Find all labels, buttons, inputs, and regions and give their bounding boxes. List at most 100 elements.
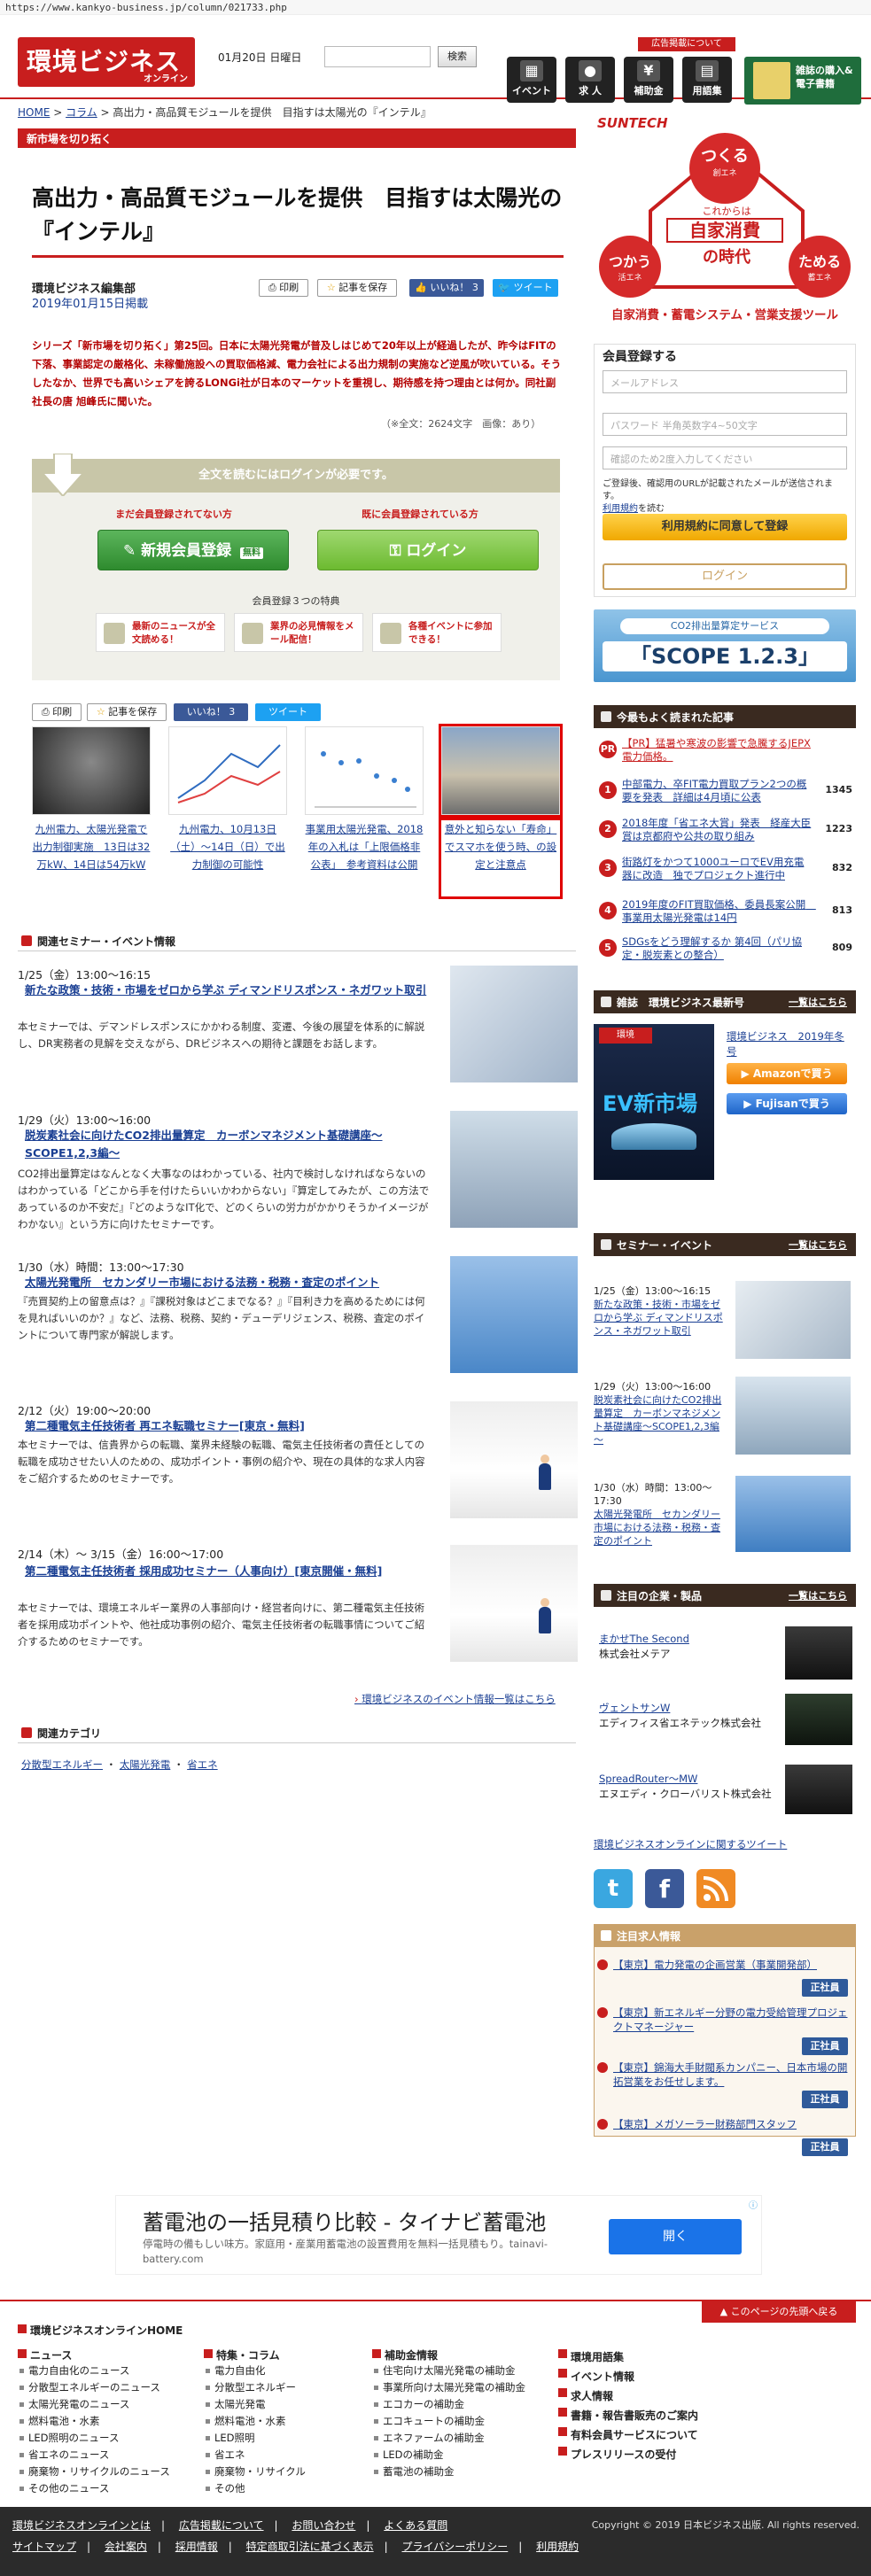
ad-info-link[interactable]: 広告掲載について <box>638 37 735 51</box>
footer-col-title[interactable]: ニュース <box>18 2347 195 2363</box>
related-thumb-3[interactable] <box>305 726 424 815</box>
seminar-title[interactable]: 太陽光発電所 セカンダリー市場における法務・税務・査定のポイント <box>25 1274 432 1292</box>
company-item[interactable]: SpreadRouter～MW エヌエディ・クローバリスト株式会社 <box>599 1772 776 1802</box>
footer-link[interactable]: エネファームの補助金 <box>372 2430 549 2447</box>
related-thumb-2[interactable] <box>168 726 287 815</box>
url-bar[interactable]: https://www.kankyo-business.jp/column/02… <box>0 0 871 15</box>
footer-link[interactable]: LED照明のニュース <box>18 2430 195 2447</box>
footer-col-title[interactable]: 環境用語集 <box>558 2347 735 2367</box>
fujisan-button[interactable]: ▶ Fujisanで買う <box>727 1093 847 1114</box>
side-seminar-item[interactable]: 1/30（水）時間：13:00～17:30 太陽光発電所 セカンダリー市場における… <box>594 1481 727 1548</box>
footer-privacy-link[interactable]: プライバシーポリシー <box>402 2541 509 2553</box>
footer-recruit-link[interactable]: 採用情報 <box>175 2541 218 2553</box>
tweet-button[interactable]: 🐦 ツイート <box>493 279 558 297</box>
nav-glossary[interactable]: ▤ 用語集 <box>682 57 732 103</box>
job-item[interactable]: 【東京】錦海大手財閥系カンパニー、日本市場の開拓営業をお任せします。 <box>594 2060 856 2089</box>
ranking-item[interactable]: 5 SDGsをどう理解するか 第4回（パリ協定・脱炭素との整合） 809 <box>594 934 856 966</box>
related-caption-1[interactable]: 九州電力、太陽光発電で出力制御実施 13日は32万kW、14日は54万kW <box>32 820 151 873</box>
category-link[interactable]: 分散型エネルギー <box>21 1758 103 1771</box>
magazine-cover[interactable]: 環境 EV新市場 <box>594 1024 714 1180</box>
search-input[interactable] <box>324 46 431 67</box>
side-seminar-image[interactable] <box>735 1281 851 1359</box>
suntech-ad[interactable]: SUNTECH つくる 創エネ これからは 自家消費 の時代 つかう 活エネ ためる… <box>594 112 856 328</box>
register-button[interactable]: ✎ 新規会員登録 無料 <box>97 530 289 570</box>
facebook-like-button[interactable]: 👍 いいね！ 3 <box>409 279 484 297</box>
footer-link[interactable]: エコキュートの補助金 <box>372 2413 549 2430</box>
related-thumb-1[interactable] <box>32 726 151 815</box>
seminar-list-link[interactable]: › 環境ビジネスのイベント情報一覧はこちら <box>354 1692 556 1706</box>
footer-link[interactable]: 住宅向け太陽光発電の補助金 <box>372 2363 549 2379</box>
footer-link[interactable]: 燃料電池・水素 <box>18 2413 195 2430</box>
facebook-icon[interactable]: f <box>645 1869 684 1908</box>
job-item[interactable]: 【東京】メガソーラー財務部門スタッフ <box>594 2117 856 2131</box>
side-seminar-item[interactable]: 1/29（火）13:00～16:00 脱炭素社会に向けたCO2排出量算定 カーボン… <box>594 1380 727 1447</box>
back-to-top-button[interactable]: ▲ このページの先頭へ戻る <box>702 2301 856 2323</box>
side-seminar-image[interactable] <box>735 1476 851 1552</box>
password-field[interactable]: パスワード 半角英数字4~50文字 <box>603 413 847 436</box>
category-link[interactable]: 省エネ <box>187 1758 218 1771</box>
footer-link[interactable]: 廃棄物・リサイクル <box>204 2463 354 2480</box>
twitter-icon[interactable]: t <box>594 1869 633 1908</box>
seminar-image[interactable] <box>450 1545 578 1662</box>
email-field[interactable]: メールアドレス <box>603 370 847 393</box>
related-caption-4[interactable]: 意外と知らない「寿命」でスマホを使う時、の設定と注意点 <box>439 818 563 899</box>
breadcrumb-column[interactable]: コラム <box>66 106 97 119</box>
job-item[interactable]: 【東京】電力発電の企画営業（事業開発部） <box>594 1958 856 1972</box>
company-image[interactable] <box>785 1694 852 1745</box>
footer-col-title[interactable]: 補助金情報 <box>372 2347 549 2363</box>
password-confirm-field[interactable]: 確認のため2度入力してください <box>603 446 847 469</box>
footer-contact-link[interactable]: お問い合わせ <box>292 2519 355 2532</box>
print-button-2[interactable]: ⎙ 印刷 <box>32 703 82 721</box>
nav-event[interactable]: ▦ イベント <box>507 57 556 103</box>
footer-link[interactable]: 廃棄物・リサイクルのニュース <box>18 2463 195 2480</box>
magazine-more-link[interactable]: 一覧はこちら <box>789 995 847 1009</box>
magazine-banner[interactable]: 雑誌の購入&電子書籍 <box>744 57 861 105</box>
footer-link[interactable]: プレスリリースの受付 <box>558 2445 735 2464</box>
footer-link[interactable]: 求人情報 <box>558 2386 735 2406</box>
footer-link[interactable]: その他 <box>204 2480 354 2497</box>
footer-company-link[interactable]: 会社案内 <box>105 2541 147 2553</box>
tweet-link[interactable]: 環境ビジネスオンラインに関するツイート <box>594 1837 787 1851</box>
footer-link[interactable]: 燃料電池・水素 <box>204 2413 354 2430</box>
site-logo[interactable]: 環境ビジネス オンライン <box>18 37 195 87</box>
register-submit-button[interactable]: 利用規約に同意して登録 <box>603 514 847 540</box>
scope-ad[interactable]: CO2排出量算定サービス 「SCOPE 1.2.3」 <box>594 609 856 682</box>
login-button[interactable]: ⚿ ログイン <box>317 530 539 570</box>
bottom-ad-open-button[interactable]: 開く <box>609 2219 742 2254</box>
footer-faq-link[interactable]: よくある質問 <box>384 2519 447 2532</box>
seminar-title[interactable]: 第二種電気主任技術者 再エネ転職セミナー[東京・無料] <box>25 1417 432 1435</box>
nav-jobs[interactable]: ● 求 人 <box>565 57 615 103</box>
sidebar-login-button[interactable]: ログイン <box>603 563 847 590</box>
footer-link[interactable]: 事業所向け太陽光発電の補助金 <box>372 2379 549 2396</box>
footer-link[interactable]: LED照明 <box>204 2430 354 2447</box>
save-article-button[interactable]: ☆ 記事を保存 <box>317 279 397 297</box>
footer-terms-link[interactable]: 利用規約 <box>536 2541 579 2553</box>
seminar-title[interactable]: 脱炭素社会に向けたCO2排出量算定 カーボンマネジメント基礎講座～SCOPE1,… <box>25 1127 432 1162</box>
footer-ad-link[interactable]: 広告掲載について <box>179 2519 264 2532</box>
footer-link[interactable]: 分散型エネルギー <box>204 2379 354 2396</box>
tweet-button-2[interactable]: ツイート <box>255 703 321 721</box>
footer-link[interactable]: イベント情報 <box>558 2367 735 2386</box>
nav-subsidy[interactable]: ¥ 補助金 <box>624 57 673 103</box>
magazine-issue-link[interactable]: 環境ビジネス 2019年冬号 <box>727 1029 851 1059</box>
related-thumb-4[interactable] <box>439 724 563 818</box>
footer-legal-link[interactable]: 特定商取引法に基づく表示 <box>246 2541 374 2553</box>
ranking-item[interactable]: 4 2019年度のFIT買取価格、委員長案公開 事業用太陽光発電は14円 813 <box>594 896 856 928</box>
company-item[interactable]: ヴェントサンW エディフィス省エネテック株式会社 <box>599 1701 776 1731</box>
footer-about-link[interactable]: 環境ビジネスオンラインとは <box>12 2519 151 2532</box>
footer-link[interactable]: 書籍・報告書販売のご案内 <box>558 2406 735 2425</box>
breadcrumb-home[interactable]: HOME <box>18 106 50 119</box>
ranking-item[interactable]: 3 街路灯をかつて1000ユーロでEV用充電器に改造 独でプロジェクト進行中 832 <box>594 854 856 886</box>
ranking-item[interactable]: PR 【PR】猛暑や寒波の影響で急騰するJEPX電力価格。 <box>594 735 856 767</box>
company-item[interactable]: まかせThe Second 株式会社メテア <box>599 1632 776 1662</box>
seminar-image[interactable] <box>450 1111 578 1228</box>
footer-link[interactable]: 太陽光発電のニュース <box>18 2396 195 2413</box>
related-caption-3[interactable]: 事業用太陽光発電、2018年の入札は「上限価格非公表」 参考資料は公開 <box>305 820 424 873</box>
footer-link[interactable]: 太陽光発電 <box>204 2396 354 2413</box>
amazon-button[interactable]: ▶ Amazonで買う <box>727 1063 847 1084</box>
company-image[interactable] <box>785 1765 852 1814</box>
company-image[interactable] <box>785 1626 852 1680</box>
seminar-image[interactable] <box>450 1401 578 1518</box>
footer-sitemap-link[interactable]: サイトマップ <box>12 2541 76 2553</box>
footer-link[interactable]: その他のニュース <box>18 2480 195 2497</box>
